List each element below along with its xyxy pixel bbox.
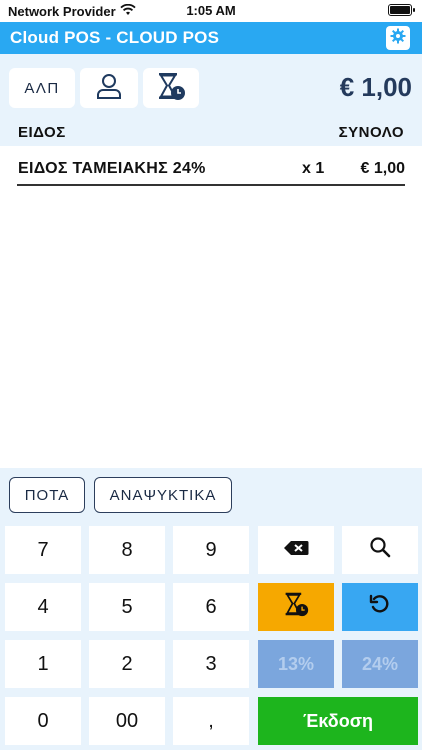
key-4[interactable]: 4 bbox=[5, 583, 81, 631]
key-3[interactable]: 3 bbox=[173, 640, 249, 688]
key-8[interactable]: 8 bbox=[89, 526, 165, 574]
list-item[interactable]: ΕΙΔΟΣ ΤΑΜΕΙΑΚΗΣ 24% x 1 € 1,00 bbox=[17, 156, 405, 186]
order-items-list: ΕΙΔΟΣ ΤΑΜΕΙΑΚΗΣ 24% x 1 € 1,00 bbox=[0, 146, 422, 468]
settings-gear-icon bbox=[390, 28, 406, 49]
backspace-button[interactable] bbox=[258, 526, 334, 574]
settings-button[interactable] bbox=[386, 26, 410, 50]
pending-order-button[interactable] bbox=[258, 583, 334, 631]
item-price: € 1,00 bbox=[360, 160, 405, 177]
backspace-icon bbox=[283, 539, 309, 562]
undo-icon bbox=[369, 593, 391, 621]
key-5[interactable]: 5 bbox=[89, 583, 165, 631]
item-name: ΕΙΔΟΣ ΤΑΜΕΙΑΚΗΣ 24% bbox=[18, 160, 206, 177]
undo-button[interactable] bbox=[342, 583, 418, 631]
battery-icon bbox=[388, 4, 415, 16]
key-comma[interactable]: , bbox=[173, 697, 249, 745]
key-2[interactable]: 2 bbox=[89, 640, 165, 688]
key-0[interactable]: 0 bbox=[5, 697, 81, 745]
vat-24-button[interactable]: 24% bbox=[342, 640, 418, 688]
customer-button[interactable] bbox=[80, 68, 138, 108]
issue-receipt-button[interactable]: Έκδοση bbox=[258, 697, 418, 745]
key-00[interactable]: 00 bbox=[89, 697, 165, 745]
pending-orders-button[interactable] bbox=[143, 68, 199, 108]
keypad: 7 8 9 4 5 6 1 2 3 13% 24% 0 00 , Έκδοση bbox=[0, 522, 422, 750]
order-header: ΑΛΠ € 1,00 ΕΙΔΟΣ ΣΥΝΟΛΟ bbox=[0, 54, 422, 146]
hourglass-clock-icon bbox=[283, 591, 309, 623]
alp-button[interactable]: ΑΛΠ bbox=[9, 68, 75, 108]
key-7[interactable]: 7 bbox=[5, 526, 81, 574]
user-icon bbox=[96, 72, 122, 105]
vat-13-button[interactable]: 13% bbox=[258, 640, 334, 688]
column-header-total: ΣΥΝΟΛΟ bbox=[338, 124, 404, 141]
column-header-item: ΕΙΔΟΣ bbox=[18, 124, 66, 141]
app-title: Cloud POS - CLOUD POS bbox=[10, 28, 220, 47]
status-bar: Network Provider 1:05 AM bbox=[0, 0, 422, 22]
title-bar: Cloud POS - CLOUD POS bbox=[0, 22, 422, 54]
key-1[interactable]: 1 bbox=[5, 640, 81, 688]
search-button[interactable] bbox=[342, 526, 418, 574]
category-drinks-button[interactable]: ΠΟΤΑ bbox=[9, 477, 85, 513]
order-total: € 1,00 bbox=[339, 72, 412, 102]
item-quantity: x 1 bbox=[302, 160, 325, 177]
search-icon bbox=[369, 536, 391, 564]
category-soft-drinks-button[interactable]: ΑΝΑΨΥΚΤΙΚΑ bbox=[94, 477, 232, 513]
category-bar: ΠΟΤΑ ΑΝΑΨΥΚΤΙΚΑ bbox=[0, 468, 422, 522]
key-9[interactable]: 9 bbox=[173, 526, 249, 574]
key-6[interactable]: 6 bbox=[173, 583, 249, 631]
hourglass-clock-icon bbox=[156, 71, 186, 106]
status-time: 1:05 AM bbox=[186, 3, 236, 18]
